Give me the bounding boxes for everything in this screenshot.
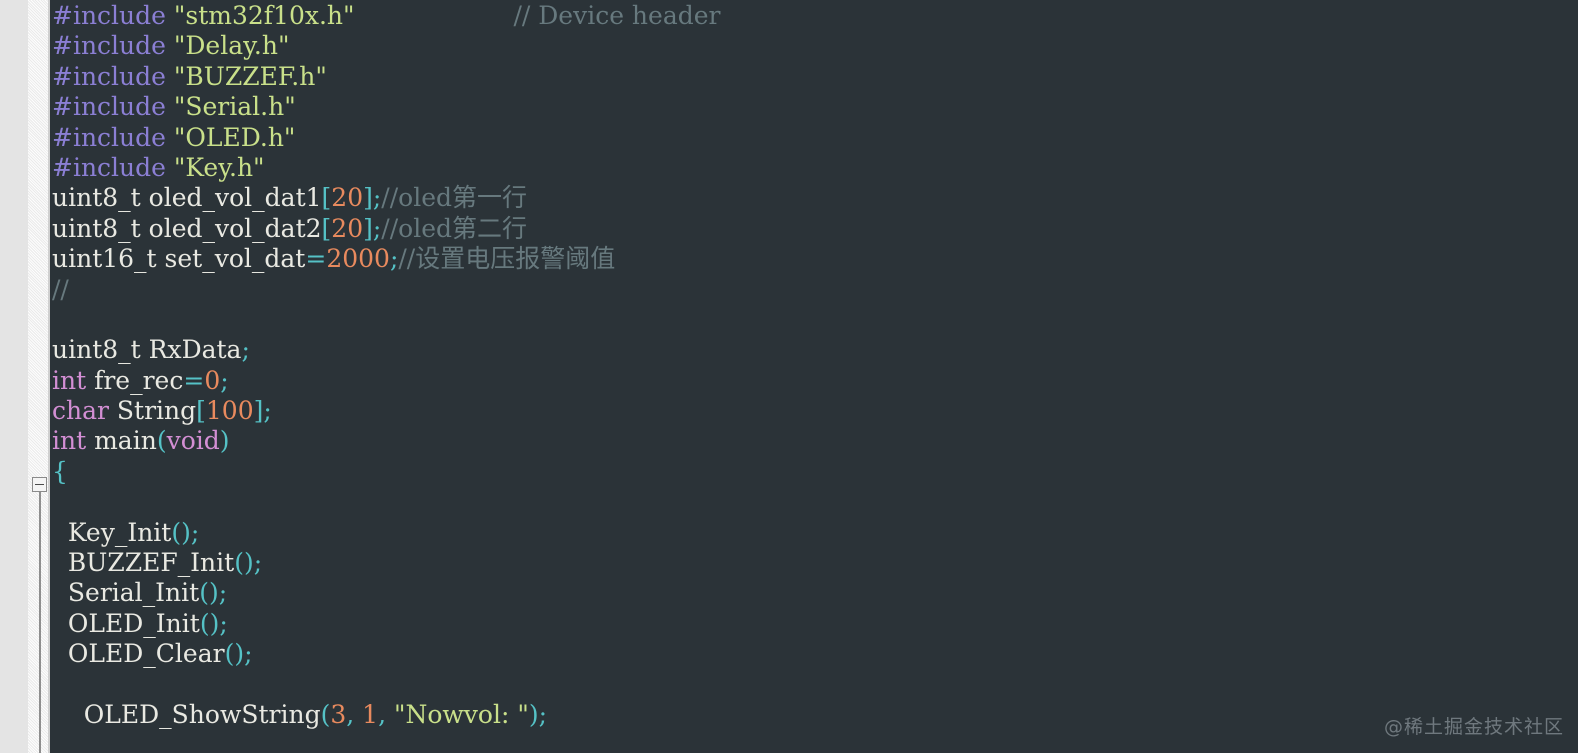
code-token: ();: [171, 517, 200, 547]
code-token: =: [183, 365, 205, 395]
code-line: //: [52, 275, 720, 305]
code-line: char String[100];: [52, 396, 720, 426]
code-token: uint8_t oled_vol_dat1: [52, 183, 322, 213]
code-line: OLED_Clear();: [52, 639, 720, 669]
gutter-edge-divider: [48, 0, 50, 753]
source-code: #include "stm32f10x.h" // Device header #…: [52, 1, 720, 730]
code-token: String: [108, 396, 197, 426]
code-token: Key_Init: [52, 517, 172, 547]
code-token: 100: [205, 396, 254, 426]
code-token: (: [156, 426, 167, 456]
code-token: ();: [199, 578, 228, 608]
code-token: "Key.h": [173, 152, 265, 182]
code-token: (: [320, 699, 331, 729]
code-token: #include: [52, 1, 174, 30]
code-line: BUZZEF_Init();: [52, 548, 720, 578]
code-token: OLED_Init: [52, 608, 200, 638]
code-token: =: [305, 244, 327, 274]
code-token: "Delay.h": [173, 31, 290, 61]
code-token: ];: [253, 396, 272, 426]
code-token: #include: [52, 61, 174, 91]
code-token: BUZZEF_Init: [52, 548, 235, 578]
watermark-label: @稀土掘金技术社区: [1383, 716, 1564, 738]
code-token: Serial_Init: [52, 578, 200, 608]
code-text-area[interactable]: #include "stm32f10x.h" // Device header #…: [50, 0, 1578, 753]
code-token: 20: [331, 183, 364, 213]
code-line: uint8_t RxData;: [52, 335, 720, 365]
code-line: Key_Init();: [52, 518, 720, 548]
code-editor-window: #include "stm32f10x.h" // Device header #…: [0, 0, 1578, 753]
code-line: #include "Serial.h": [52, 92, 720, 122]
code-token: #include: [52, 92, 174, 122]
code-token: "BUZZEF.h": [173, 61, 327, 91]
code-token: "stm32f10x.h": [173, 1, 355, 30]
code-token: //设置电压报警阈值: [398, 244, 616, 274]
code-token: ();: [234, 548, 263, 578]
gutter-outer-strip: [0, 0, 28, 753]
code-token: {: [52, 456, 68, 486]
code-token: "Nowvol: ": [393, 699, 529, 729]
code-token: //oled第一行: [381, 183, 527, 213]
code-token: ();: [199, 608, 228, 638]
code-token: ];: [363, 183, 382, 213]
code-token: int: [52, 365, 87, 395]
code-line: #include "OLED.h": [52, 123, 720, 153]
code-token: OLED_ShowString: [52, 699, 321, 729]
code-token: main: [86, 426, 157, 456]
code-token: 2000: [326, 244, 390, 274]
code-line: uint8_t oled_vol_dat2[20];//oled第二行: [52, 214, 720, 244]
code-token: uint8_t oled_vol_dat2: [52, 213, 322, 243]
code-token: 0: [204, 365, 221, 395]
code-line: OLED_ShowString(3, 1, "Nowvol: ");: [52, 700, 720, 730]
code-line: {: [52, 457, 720, 487]
code-line: int main(void): [52, 426, 720, 456]
code-token: 1: [362, 699, 379, 729]
code-token: ();: [224, 639, 253, 669]
code-token: ): [219, 426, 230, 456]
code-line: #include "Delay.h": [52, 31, 720, 61]
code-token: ,: [378, 699, 394, 729]
code-token: ,: [346, 699, 363, 729]
code-token: char: [52, 396, 109, 426]
code-token: #include: [52, 152, 174, 182]
code-line: #include "stm32f10x.h" // Device header: [52, 1, 720, 31]
code-token: [: [321, 183, 332, 213]
code-fold-guideline: [39, 492, 41, 753]
code-token: [: [196, 396, 206, 426]
code-token: //oled第二行: [381, 213, 527, 243]
code-token: ];: [363, 213, 382, 243]
code-token: fre_rec: [86, 365, 184, 395]
code-token: "OLED.h": [173, 122, 296, 152]
code-line: OLED_Init();: [52, 609, 720, 639]
code-token: #include: [52, 31, 174, 61]
code-line: Serial_Init();: [52, 578, 720, 608]
code-token: ;: [241, 335, 250, 365]
code-token: 20: [331, 213, 364, 243]
code-token: // Device header: [513, 1, 721, 30]
code-token: uint16_t set_vol_dat: [52, 244, 306, 274]
editor-gutter: [0, 0, 50, 753]
code-token: void: [166, 426, 220, 456]
code-line: uint16_t set_vol_dat=2000;//设置电压报警阈值: [52, 244, 720, 274]
code-line: #include "Key.h": [52, 153, 720, 183]
code-token: );: [528, 699, 548, 729]
code-token: ;: [220, 365, 229, 395]
code-token: "Serial.h": [173, 92, 296, 122]
minus-box-icon[interactable]: [32, 477, 47, 492]
code-token: OLED_Clear: [52, 639, 225, 669]
code-token: uint8_t RxData: [52, 335, 242, 365]
code-line: uint8_t oled_vol_dat1[20];//oled第一行: [52, 183, 720, 213]
code-line: int fre_rec=0;: [52, 366, 720, 396]
code-token: 3: [330, 699, 347, 729]
code-token: #include: [52, 122, 174, 152]
code-token: int: [52, 426, 87, 456]
code-token: //: [52, 274, 69, 304]
code-token: [: [321, 213, 332, 243]
code-line: #include "BUZZEF.h": [52, 62, 720, 92]
